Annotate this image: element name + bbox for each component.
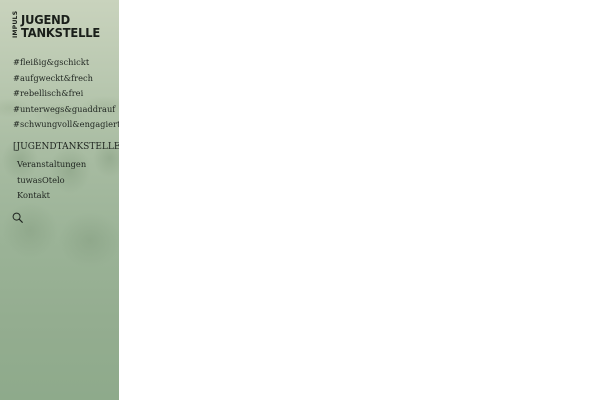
nav-item-fleissig[interactable]: #fleißig&gschickt [13,55,119,71]
nav-item-veranstaltungen[interactable]: Veranstaltungen [17,157,86,173]
search-icon [12,212,23,223]
nav-item-unterwegs[interactable]: #unterwegs&guaddrauf [13,102,119,118]
logo-wordmark: JUGEND TANKSTELLE [21,13,107,39]
nav-item-jugendtankstelle[interactable]: [JUGENDTANKSTELLE] [13,141,119,153]
nav-item-aufgweckt[interactable]: #aufgweckt&frech [13,71,119,87]
sidebar: IMPULS JUGEND TANKSTELLE #fleißig&gschic… [0,0,119,400]
nav-item-rebellisch[interactable]: #rebellisch&frei [13,86,119,102]
hashtag-nav: #fleißig&gschickt #aufgweckt&frech #rebe… [13,55,119,133]
nav-item-tuwasotelo[interactable]: tuwasOtelo [17,173,86,189]
sub-nav: Veranstaltungen tuwasOtelo Kontakt [17,157,86,204]
main-content-area [119,0,600,400]
logo-impuls-text: IMPULS [12,10,19,38]
search-button[interactable] [12,210,23,223]
logo-line-tankstelle: TANKSTELLE [21,25,101,40]
nav-item-schwungvoll[interactable]: #schwungvoll&engagiert [13,117,119,133]
nav-item-kontakt[interactable]: Kontakt [17,188,86,204]
site-logo[interactable]: IMPULS JUGEND TANKSTELLE [12,10,107,39]
page: IMPULS JUGEND TANKSTELLE #fleißig&gschic… [0,0,600,400]
